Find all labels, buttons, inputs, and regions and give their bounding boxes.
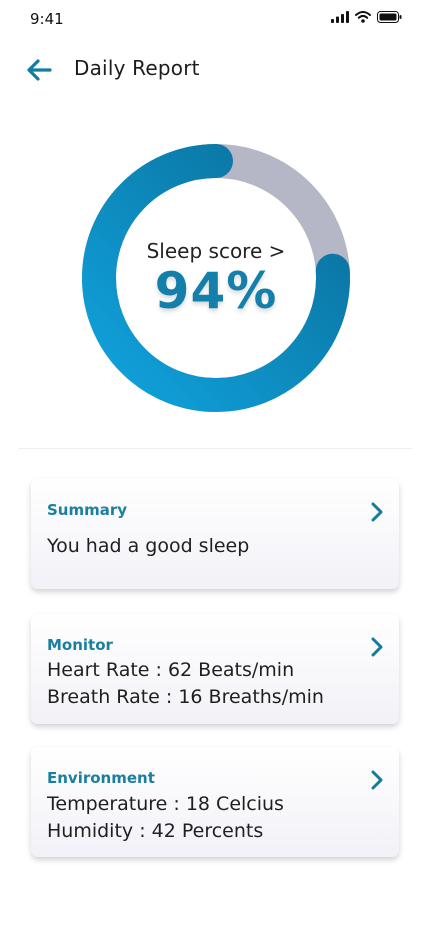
chevron-right-icon <box>371 770 383 790</box>
chevron-right-icon <box>371 637 383 657</box>
summary-card[interactable]: Summary You had a good sleep <box>31 479 399 589</box>
temperature-text: Temperature : 18 Celcius <box>47 793 284 815</box>
card-title: Environment <box>47 769 155 787</box>
status-time: 9:41 <box>30 10 64 28</box>
card-text: You had a good sleep <box>47 535 250 557</box>
divider <box>18 448 412 449</box>
status-bar: 9:41 <box>0 0 430 40</box>
heart-rate-text: Heart Rate : 62 Beats/min <box>47 659 295 681</box>
sleep-score-value: 94% <box>154 262 278 320</box>
sleep-score-ring[interactable]: Sleep score > 94% <box>82 144 350 412</box>
page-title: Daily Report <box>74 56 200 80</box>
back-arrow-icon <box>27 59 52 81</box>
monitor-card[interactable]: Monitor Heart Rate : 62 Beats/min Breath… <box>31 614 399 724</box>
humidity-text: Humidity : 42 Percents <box>47 820 264 842</box>
back-button[interactable] <box>24 53 58 87</box>
wifi-icon <box>355 11 371 23</box>
card-title: Summary <box>47 501 128 519</box>
breath-rate-text: Breath Rate : 16 Breaths/min <box>47 686 324 708</box>
battery-icon <box>377 11 402 23</box>
header: Daily Report <box>0 50 430 90</box>
signal-icon <box>331 11 349 23</box>
environment-card[interactable]: Environment Temperature : 18 Celcius Hum… <box>31 747 399 857</box>
card-title: Monitor <box>47 636 113 654</box>
status-icons <box>331 11 402 23</box>
chevron-right-icon <box>371 502 383 522</box>
sleep-score-label: Sleep score > <box>146 239 286 263</box>
